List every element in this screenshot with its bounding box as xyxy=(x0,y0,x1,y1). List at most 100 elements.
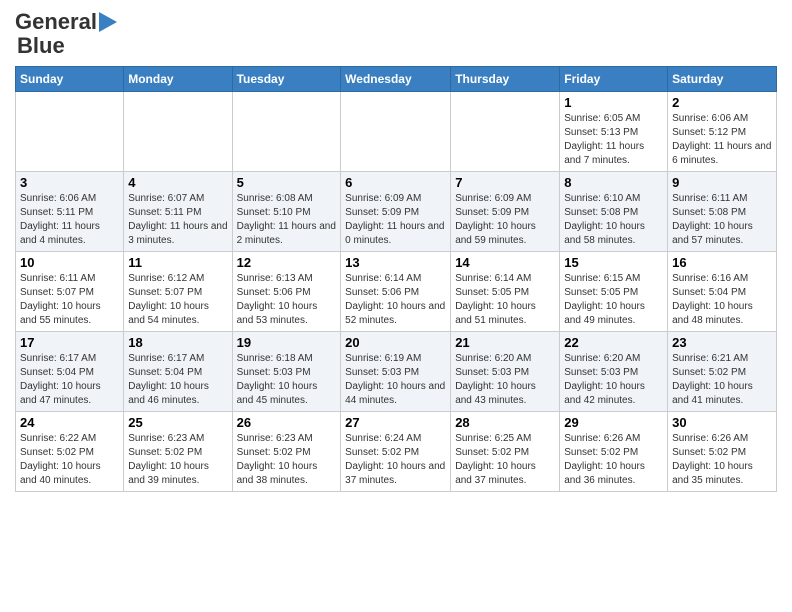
logo-general: General xyxy=(15,10,97,34)
day-info: Sunrise: 6:23 AM Sunset: 5:02 PM Dayligh… xyxy=(128,432,227,488)
day-info: Sunrise: 6:21 AM Sunset: 5:02 PM Dayligh… xyxy=(672,352,772,408)
day-number: 29 xyxy=(564,415,663,430)
day-number: 11 xyxy=(128,255,227,270)
calendar-cell: 4 Sunrise: 6:07 AM Sunset: 5:11 PM Daylig… xyxy=(124,172,232,252)
day-info: Sunrise: 6:14 AM Sunset: 5:05 PM Dayligh… xyxy=(455,272,555,328)
day-info: Sunrise: 6:11 AM Sunset: 5:08 PM Dayligh… xyxy=(672,192,772,248)
day-number: 22 xyxy=(564,335,663,350)
calendar-cell: 23Sunrise: 6:21 AM Sunset: 5:02 PM Dayli… xyxy=(668,332,777,412)
calendar-cell: 6 Sunrise: 6:09 AM Sunset: 5:09 PM Daylig… xyxy=(341,172,451,252)
calendar-cell: 22 Sunrise: 6:20 AM Sunset: 5:03 PM Dayli… xyxy=(560,332,668,412)
calendar-header-row: SundayMondayTuesdayWednesdayThursdayFrid… xyxy=(16,67,777,92)
day-number: 1 xyxy=(564,95,663,110)
day-info: Sunrise: 6:20 AM Sunset: 5:03 PM Dayligh… xyxy=(455,352,555,408)
day-number: 7 xyxy=(455,175,555,190)
calendar-cell: 24 Sunrise: 6:22 AM Sunset: 5:02 PM Dayli… xyxy=(16,412,124,492)
calendar-week-row: 10 Sunrise: 6:11 AM Sunset: 5:07 PM Dayli… xyxy=(16,252,777,332)
day-info: Sunrise: 6:05 AM Sunset: 5:13 PM Dayligh… xyxy=(564,112,663,168)
day-number: 21 xyxy=(455,335,555,350)
day-number: 27 xyxy=(345,415,446,430)
weekday-header: Saturday xyxy=(668,67,777,92)
day-number: 6 xyxy=(345,175,446,190)
logo: General Blue xyxy=(15,10,117,58)
day-info: Sunrise: 6:20 AM Sunset: 5:03 PM Dayligh… xyxy=(564,352,663,408)
day-info: Sunrise: 6:26 AM Sunset: 5:02 PM Dayligh… xyxy=(672,432,772,488)
day-info: Sunrise: 6:12 AM Sunset: 5:07 PM Dayligh… xyxy=(128,272,227,328)
day-number: 16 xyxy=(672,255,772,270)
calendar-cell: 18Sunrise: 6:17 AM Sunset: 5:04 PM Dayli… xyxy=(124,332,232,412)
calendar-cell xyxy=(16,92,124,172)
calendar-week-row: 17 Sunrise: 6:17 AM Sunset: 5:04 PM Dayli… xyxy=(16,332,777,412)
day-info: Sunrise: 6:24 AM Sunset: 5:02 PM Dayligh… xyxy=(345,432,446,488)
calendar-cell xyxy=(232,92,341,172)
day-number: 30 xyxy=(672,415,772,430)
weekday-header: Wednesday xyxy=(341,67,451,92)
day-number: 26 xyxy=(237,415,337,430)
calendar-cell: 5 Sunrise: 6:08 AM Sunset: 5:10 PM Daylig… xyxy=(232,172,341,252)
day-info: Sunrise: 6:09 AM Sunset: 5:09 PM Dayligh… xyxy=(345,192,446,248)
day-number: 5 xyxy=(237,175,337,190)
calendar-cell: 1 Sunrise: 6:05 AM Sunset: 5:13 PM Daylig… xyxy=(560,92,668,172)
day-info: Sunrise: 6:19 AM Sunset: 5:03 PM Dayligh… xyxy=(345,352,446,408)
day-info: Sunrise: 6:07 AM Sunset: 5:11 PM Dayligh… xyxy=(128,192,227,248)
day-number: 9 xyxy=(672,175,772,190)
page-header: General Blue xyxy=(15,10,777,58)
calendar-cell xyxy=(341,92,451,172)
day-number: 12 xyxy=(237,255,337,270)
calendar-cell xyxy=(451,92,560,172)
calendar-cell: 7 Sunrise: 6:09 AM Sunset: 5:09 PM Daylig… xyxy=(451,172,560,252)
day-number: 10 xyxy=(20,255,119,270)
calendar-week-row: 1 Sunrise: 6:05 AM Sunset: 5:13 PM Daylig… xyxy=(16,92,777,172)
calendar-cell xyxy=(124,92,232,172)
calendar-cell: 9 Sunrise: 6:11 AM Sunset: 5:08 PM Daylig… xyxy=(668,172,777,252)
day-info: Sunrise: 6:10 AM Sunset: 5:08 PM Dayligh… xyxy=(564,192,663,248)
calendar-cell: 19 Sunrise: 6:18 AM Sunset: 5:03 PM Dayli… xyxy=(232,332,341,412)
day-info: Sunrise: 6:17 AM Sunset: 5:04 PM Dayligh… xyxy=(20,352,119,408)
calendar-cell: 16 Sunrise: 6:16 AM Sunset: 5:04 PM Dayli… xyxy=(668,252,777,332)
calendar-cell: 17 Sunrise: 6:17 AM Sunset: 5:04 PM Dayli… xyxy=(16,332,124,412)
day-info: Sunrise: 6:25 AM Sunset: 5:02 PM Dayligh… xyxy=(455,432,555,488)
calendar-cell: 11 Sunrise: 6:12 AM Sunset: 5:07 PM Dayli… xyxy=(124,252,232,332)
calendar-cell: 30 Sunrise: 6:26 AM Sunset: 5:02 PM Dayli… xyxy=(668,412,777,492)
day-info: Sunrise: 6:06 AM Sunset: 5:12 PM Dayligh… xyxy=(672,112,772,168)
logo-blue: Blue xyxy=(17,34,65,58)
day-number: 15 xyxy=(564,255,663,270)
day-info: Sunrise: 6:13 AM Sunset: 5:06 PM Dayligh… xyxy=(237,272,337,328)
day-number: 2 xyxy=(672,95,772,110)
calendar-cell: 2 Sunrise: 6:06 AM Sunset: 5:12 PM Daylig… xyxy=(668,92,777,172)
calendar-cell: 21 Sunrise: 6:20 AM Sunset: 5:03 PM Dayli… xyxy=(451,332,560,412)
day-number: 4 xyxy=(128,175,227,190)
calendar-cell: 12 Sunrise: 6:13 AM Sunset: 5:06 PM Dayli… xyxy=(232,252,341,332)
day-number: 24 xyxy=(20,415,119,430)
calendar-cell: 29 Sunrise: 6:26 AM Sunset: 5:02 PM Dayli… xyxy=(560,412,668,492)
weekday-header: Tuesday xyxy=(232,67,341,92)
weekday-header: Sunday xyxy=(16,67,124,92)
calendar-cell: 3Sunrise: 6:06 AM Sunset: 5:11 PM Daylig… xyxy=(16,172,124,252)
day-number: 17 xyxy=(20,335,119,350)
weekday-header: Friday xyxy=(560,67,668,92)
day-info: Sunrise: 6:08 AM Sunset: 5:10 PM Dayligh… xyxy=(237,192,337,248)
logo-arrow-icon xyxy=(99,12,117,32)
day-info: Sunrise: 6:26 AM Sunset: 5:02 PM Dayligh… xyxy=(564,432,663,488)
day-number: 19 xyxy=(237,335,337,350)
calendar-cell: 26Sunrise: 6:23 AM Sunset: 5:02 PM Dayli… xyxy=(232,412,341,492)
calendar-cell: 10 Sunrise: 6:11 AM Sunset: 5:07 PM Dayli… xyxy=(16,252,124,332)
day-number: 18 xyxy=(128,335,227,350)
day-number: 8 xyxy=(564,175,663,190)
day-number: 28 xyxy=(455,415,555,430)
calendar-cell: 28 Sunrise: 6:25 AM Sunset: 5:02 PM Dayli… xyxy=(451,412,560,492)
day-info: Sunrise: 6:22 AM Sunset: 5:02 PM Dayligh… xyxy=(20,432,119,488)
day-info: Sunrise: 6:11 AM Sunset: 5:07 PM Dayligh… xyxy=(20,272,119,328)
calendar-cell: 8 Sunrise: 6:10 AM Sunset: 5:08 PM Daylig… xyxy=(560,172,668,252)
day-info: Sunrise: 6:18 AM Sunset: 5:03 PM Dayligh… xyxy=(237,352,337,408)
calendar-cell: 14Sunrise: 6:14 AM Sunset: 5:05 PM Dayli… xyxy=(451,252,560,332)
day-info: Sunrise: 6:09 AM Sunset: 5:09 PM Dayligh… xyxy=(455,192,555,248)
calendar-table: SundayMondayTuesdayWednesdayThursdayFrid… xyxy=(15,66,777,492)
weekday-header: Thursday xyxy=(451,67,560,92)
day-number: 20 xyxy=(345,335,446,350)
day-info: Sunrise: 6:16 AM Sunset: 5:04 PM Dayligh… xyxy=(672,272,772,328)
calendar-week-row: 24 Sunrise: 6:22 AM Sunset: 5:02 PM Dayli… xyxy=(16,412,777,492)
calendar-cell: 13Sunrise: 6:14 AM Sunset: 5:06 PM Dayli… xyxy=(341,252,451,332)
weekday-header: Monday xyxy=(124,67,232,92)
day-number: 3 xyxy=(20,175,119,190)
